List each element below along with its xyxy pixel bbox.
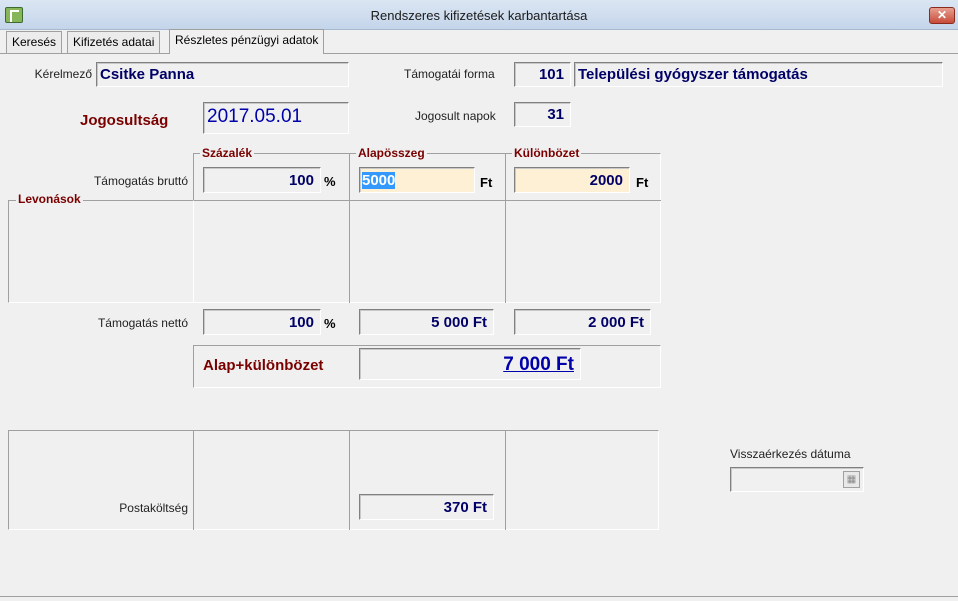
deductions-title: Levonások — [16, 192, 83, 206]
entitlement-date-field[interactable]: 2017.05.01 — [203, 102, 349, 134]
grid-divider — [193, 200, 661, 201]
gross-difference-suffix: Ft — [636, 175, 649, 190]
gross-percent-field[interactable]: 100 — [203, 167, 321, 193]
calendar-icon[interactable]: ▦ — [843, 471, 860, 488]
grid-divider — [193, 430, 194, 530]
support-form-name-field[interactable]: Települési gyógyszer támogatás — [574, 62, 943, 87]
total-value-field[interactable]: 7 000 Ft — [359, 348, 581, 380]
gross-percent-suffix: % — [324, 174, 336, 189]
percent-column-title: Százalék — [200, 146, 255, 160]
grid-divider — [505, 153, 506, 303]
net-label: Támogatás nettó — [97, 316, 188, 330]
gross-base-input[interactable]: 5000 — [359, 167, 475, 193]
applicant-field[interactable]: Csitke Panna — [96, 62, 349, 87]
net-percent-field[interactable]: 100 — [203, 309, 321, 335]
bottom-border — [0, 596, 958, 597]
tab-kifizetes-adatai[interactable]: Kifizetés adatai — [67, 31, 161, 53]
entitlement-label: Jogosultság — [80, 112, 169, 129]
base-column-title: Alapösszeg — [356, 146, 427, 160]
entitled-days-field[interactable]: 31 — [514, 102, 571, 127]
grid-divider — [505, 430, 506, 530]
close-button[interactable]: ✕ — [929, 7, 955, 24]
entitled-days-label: Jogosult napok — [415, 109, 496, 123]
grid-divider — [349, 153, 350, 303]
gross-difference-input[interactable]: 2000 — [514, 167, 630, 193]
return-date-label: Visszaérkezés dátuma — [730, 447, 851, 461]
net-base-field[interactable]: 5 000 Ft — [359, 309, 494, 335]
applicant-label: Kérelmező — [34, 67, 92, 81]
gross-base-value: 5000 — [362, 172, 396, 189]
postage-field[interactable]: 370 Ft — [359, 494, 494, 520]
difference-column-title: Különbözet — [512, 146, 582, 160]
support-form-label: Támogatái forma — [404, 67, 495, 81]
net-difference-field[interactable]: 2 000 Ft — [514, 309, 651, 335]
gross-label: Támogatás bruttó — [93, 174, 188, 188]
postage-grid — [8, 430, 659, 530]
deductions-group — [8, 200, 194, 303]
tab-divider — [0, 53, 958, 54]
tab-reszletes-penzugyi-adatok[interactable]: Részletes pénzügyi adatok — [169, 29, 325, 54]
window-title: Rendszeres kifizetések karbantartása — [370, 8, 588, 23]
support-form-code-field[interactable]: 101 — [514, 62, 571, 87]
grid-divider — [349, 430, 350, 530]
tab-kereses[interactable]: Keresés — [6, 31, 63, 53]
postage-label: Postaköltség — [119, 501, 188, 515]
total-label: Alap+különbözet — [203, 357, 324, 374]
gross-base-suffix: Ft — [480, 175, 493, 190]
net-percent-suffix: % — [324, 316, 336, 331]
